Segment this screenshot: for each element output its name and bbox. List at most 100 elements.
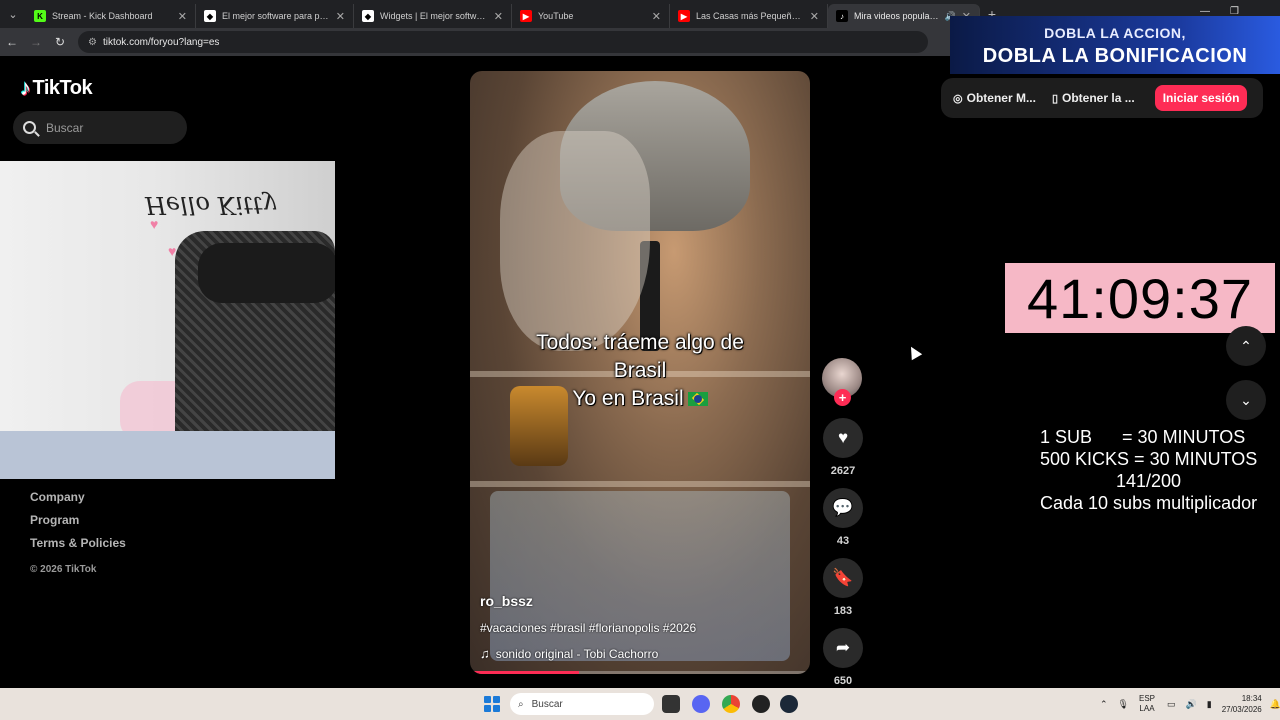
rule-line: Cada 10 subs multiplicador (1040, 493, 1258, 513)
save-action: 🔖 183 (822, 558, 864, 618)
rule-line: 1 SUB = 30 MINUTOS (1040, 427, 1246, 447)
comment-icon[interactable]: 💬 (823, 488, 863, 528)
coin-icon: ◎ (953, 92, 963, 105)
chevron-up-icon: ⌃ (1240, 337, 1252, 354)
browser-tab-youtube-casas[interactable]: ▶ Las Casas más Pequeñas del M ✕ (670, 4, 828, 28)
heart-sticker-icon: ♥ (150, 216, 159, 232)
clock-time: 18:34 (1241, 694, 1262, 703)
browser-tab-youtube[interactable]: ▶ YouTube ✕ (512, 4, 670, 28)
tab-title: Stream - Kick Dashboard (52, 11, 153, 21)
video-actions: + ♥ 2627 💬 43 🔖 183 ➦ 650 (822, 358, 864, 698)
video-author[interactable]: ro_bssz (480, 593, 533, 609)
forward-arrow-icon[interactable]: → (24, 35, 48, 49)
close-tab-icon[interactable]: ✕ (652, 10, 661, 23)
lang-line-2: LAA (1139, 704, 1155, 713)
back-arrow-icon[interactable]: ← (0, 35, 24, 49)
login-button[interactable]: Iniciar sesión (1154, 85, 1248, 111)
follow-plus-icon[interactable]: + (834, 389, 851, 406)
subathon-timer: 41:09:37 (1005, 263, 1275, 333)
task-view-icon[interactable] (662, 695, 680, 713)
wall-sticker-text: Hello Kitty (145, 191, 277, 219)
next-video-button[interactable]: ⌄ (1226, 380, 1266, 420)
minimize-icon[interactable]: — (1200, 6, 1210, 17)
like-count: 2627 (830, 465, 856, 477)
obs-icon[interactable] (752, 695, 770, 713)
search-input[interactable]: Buscar (13, 111, 187, 144)
browser-tab-widgets[interactable]: ◆ Widgets | El mejor software para ✕ (354, 4, 512, 28)
steam-icon[interactable] (780, 695, 798, 713)
get-coins-button[interactable]: ◎ Obtener M... (953, 91, 1036, 105)
language-indicator[interactable]: ESP LAA (1139, 694, 1155, 714)
video-player[interactable]: Todos: tráeme algo de Brasil Yo en Brasi… (470, 71, 810, 674)
browser-tab-streamelements[interactable]: ◆ El mejor software para potenciar ✕ (196, 4, 354, 28)
streamelements-icon: ◆ (362, 10, 374, 22)
previous-video-button[interactable]: ⌃ (1226, 326, 1266, 366)
site-info-icon[interactable]: ⚙ (88, 37, 97, 48)
footer-links: Company Program Terms & Policies © 2026 … (30, 490, 126, 577)
phone-icon: ▯ (1051, 92, 1059, 105)
footer-link-company[interactable]: Company (30, 490, 126, 505)
clock[interactable]: 18:34 27/03/2026 (1222, 693, 1262, 715)
close-tab-icon[interactable]: ✕ (494, 10, 503, 23)
comment-count: 43 (836, 535, 850, 547)
microphone-icon[interactable]: 🎙 (1118, 699, 1129, 710)
plastic-bag (500, 131, 650, 351)
clock-date: 27/03/2026 (1221, 705, 1262, 714)
save-count: 183 (833, 605, 853, 617)
header-actions: ◎ Obtener M... ▯ Obtener la ... Iniciar … (941, 78, 1263, 118)
tab-search-chevron-icon[interactable]: ⌄ (0, 0, 26, 28)
creator-avatar-button[interactable]: + (822, 358, 864, 406)
streamelements-icon: ◆ (204, 10, 216, 22)
maximize-icon[interactable]: ❐ (1230, 6, 1239, 17)
brazil-flag-icon (687, 392, 708, 407)
tab-title: El mejor software para potenciar (222, 11, 330, 21)
windows-start-icon[interactable] (484, 696, 500, 712)
reload-icon[interactable]: ↻ (48, 35, 72, 49)
tiktok-logo-text: TikTok (32, 76, 93, 99)
search-placeholder: Buscar (46, 120, 84, 135)
copyright: © 2026 TikTok (30, 564, 97, 575)
get-coins-label: Obtener M... (966, 91, 1036, 105)
rule-line: 141/200 (1116, 471, 1182, 491)
lang-line-1: ESP (1138, 694, 1155, 703)
caption-line: Todos: tráeme algo de (536, 331, 744, 354)
chrome-icon[interactable] (722, 695, 740, 713)
share-icon[interactable]: ➦ (823, 628, 863, 668)
tiktok-icon: ♪ (836, 10, 848, 22)
battery-icon[interactable]: ▮ (1207, 699, 1212, 710)
close-tab-icon[interactable]: ✕ (810, 10, 819, 23)
youtube-icon: ▶ (678, 10, 690, 22)
comment-action: 💬 43 (822, 488, 864, 548)
promo-line-2: DOBLA LA BONIFICACION (982, 45, 1248, 67)
fridge-shelf (470, 481, 810, 487)
video-sound[interactable]: ♫ sonido original - Tobi Cachorro (480, 646, 658, 661)
close-tab-icon[interactable]: ✕ (178, 10, 187, 23)
get-app-button[interactable]: ▯ Obtener la ... (1052, 91, 1135, 105)
video-hashtags[interactable]: #vacaciones #brasil #florianopolis #2026 (480, 621, 696, 635)
close-tab-icon[interactable]: ✕ (336, 10, 345, 23)
discord-icon[interactable] (692, 695, 710, 713)
caption-line-with-flag: Yo en Brasil (470, 385, 810, 413)
notification-icon[interactable]: 🔔 (1270, 699, 1280, 710)
share-count: 650 (833, 675, 853, 687)
browser-tab-kick[interactable]: K Stream - Kick Dashboard ✕ (26, 4, 196, 28)
footer-link-terms[interactable]: Terms & Policies (30, 536, 126, 551)
get-app-label: Obtener la ... (1062, 91, 1135, 105)
tiktok-logo[interactable]: ♪ TikTok (20, 75, 93, 101)
bookmark-icon[interactable]: 🔖 (823, 558, 863, 598)
tiktok-note-icon: ♪ (20, 75, 31, 100)
address-bar[interactable]: ⚙ tiktok.com/foryou?lang=es (78, 31, 928, 53)
taskbar-search-input[interactable]: ⌕ Buscar (510, 693, 654, 715)
network-icon[interactable]: ▭ (1167, 699, 1176, 710)
taskbar-search-placeholder: Buscar (531, 698, 563, 710)
url-text: tiktok.com/foryou?lang=es (102, 36, 220, 48)
heart-icon[interactable]: ♥ (823, 418, 863, 458)
tab-title: Mira videos populares selec (854, 11, 941, 21)
fridge-drawer (490, 491, 790, 661)
tab-title: YouTube (538, 11, 574, 21)
footer-link-program[interactable]: Program (30, 513, 126, 528)
video-progress-fill (470, 671, 579, 674)
video-progress-bar[interactable] (470, 671, 810, 674)
volume-icon[interactable]: 🔊 (1186, 699, 1197, 710)
chevron-up-icon[interactable]: ⌃ (1100, 699, 1108, 710)
